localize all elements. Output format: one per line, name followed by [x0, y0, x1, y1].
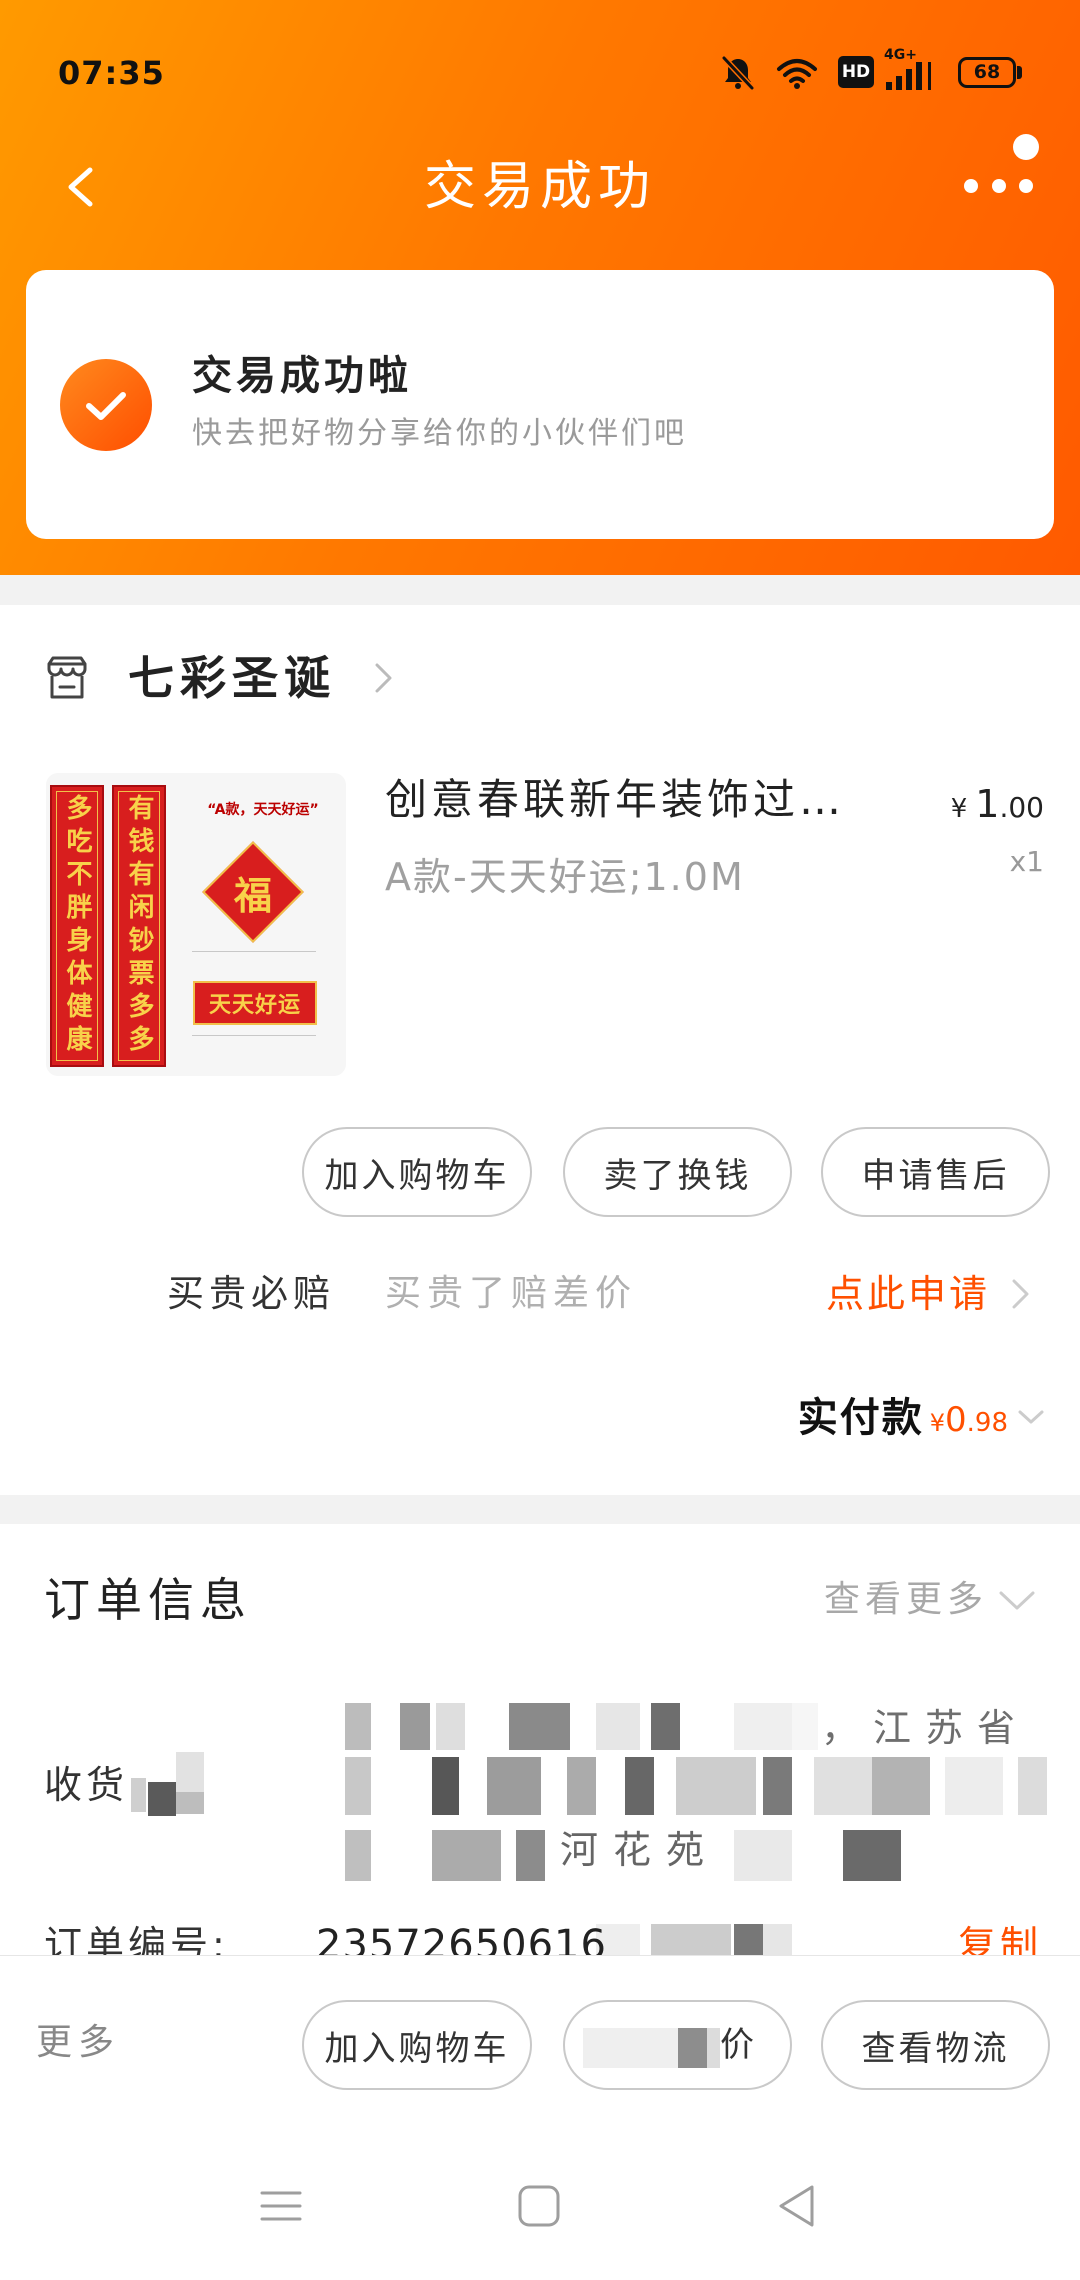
resell-button[interactable]: 卖了换钱 — [563, 1127, 792, 1217]
mosaic-block — [678, 2028, 707, 2068]
bell-off-icon — [721, 55, 755, 91]
back-triangle-icon[interactable] — [775, 2183, 817, 2229]
product-spec: A款-天天好运;1.0M — [385, 855, 745, 899]
price-currency: ¥ — [950, 794, 968, 824]
add-to-cart-button[interactable]: 加入购物车 — [302, 1127, 532, 1217]
product-image[interactable]: 多吃不胖身体健康 有钱有闲钞票多多 “A款，天天好运” 福 天天好运 — [46, 773, 346, 1076]
address-fragment: 河花苑 — [560, 1828, 720, 1872]
add-to-cart-label: 加入购物车 — [324, 1155, 510, 1196]
mosaic-block — [583, 2028, 678, 2068]
payment-label: 实付款 — [797, 1395, 924, 1441]
chevron-down-icon[interactable] — [996, 1588, 1038, 1614]
payment-integer: 0 — [945, 1400, 967, 1440]
product-image-label: “A款，天天好运” — [207, 802, 319, 818]
check-circle-icon — [60, 359, 152, 451]
chevron-down-icon[interactable] — [1016, 1408, 1046, 1426]
page-title: 交易成功 — [423, 157, 656, 217]
bottom-add-to-cart-button[interactable]: 加入购物车 — [302, 2000, 532, 2090]
fu-diamond-text: 福 — [233, 873, 272, 918]
middle-action-button[interactable]: 价 — [563, 2000, 792, 2090]
order-info-title: 订单信息 — [44, 1573, 252, 1627]
payment-decimal: .98 — [966, 1408, 1008, 1438]
success-title: 交易成功啦 — [192, 353, 412, 399]
shop-name[interactable]: 七彩圣诞 — [128, 649, 336, 707]
horizontal-banner: 天天好运 — [193, 981, 317, 1025]
more-button[interactable]: 更多 — [36, 2019, 120, 2067]
address-fragment: ，江苏省 — [821, 1706, 1030, 1750]
product-price: ¥ 1 .00 — [951, 779, 1044, 829]
price-decimal: .00 — [999, 791, 1044, 824]
product-quantity: x1 — [1009, 845, 1044, 878]
product-title[interactable]: 创意春联新年装饰过… — [385, 774, 925, 826]
menu-icon[interactable] — [259, 2189, 303, 2223]
view-logistics-label: 查看物流 — [861, 2028, 1010, 2069]
bottom-action-bar: 更多 加入购物车 价 查看物流 — [0, 1955, 1080, 2280]
order-info-more-link[interactable]: 查看更多 — [824, 1576, 988, 1624]
price-integer: 1 — [975, 782, 1000, 826]
payment-currency: ¥ — [929, 1409, 945, 1437]
network-type-label: 4G+ — [884, 47, 917, 63]
mosaic-block — [707, 2028, 720, 2068]
middle-action-label: 价 — [720, 2025, 757, 2065]
chevron-right-icon — [1012, 1279, 1029, 1309]
resell-label: 卖了换钱 — [603, 1155, 752, 1196]
view-logistics-button[interactable]: 查看物流 — [821, 2000, 1050, 2090]
left-couplet-text: 多吃不胖身体健康 — [62, 794, 92, 1058]
dimension-line — [192, 951, 316, 952]
left-couplet: 多吃不胖身体健康 — [50, 785, 104, 1067]
price-guarantee-apply-link[interactable]: 点此申请 — [826, 1268, 1032, 1320]
dimension-line — [192, 1035, 316, 1036]
apply-link-label: 点此申请 — [826, 1272, 991, 1316]
home-square-icon[interactable] — [517, 2184, 561, 2228]
after-sales-label: 申请售后 — [861, 1155, 1010, 1196]
success-subtitle: 快去把好物分享给你的小伙伴们吧 — [192, 416, 687, 451]
battery-nub — [1017, 66, 1022, 79]
price-guarantee-description: 买贵了赔差价 — [385, 1273, 638, 1314]
chevron-right-icon[interactable] — [372, 660, 396, 696]
after-sales-button[interactable]: 申请售后 — [821, 1127, 1050, 1217]
price-guarantee-label: 买贵必赔 — [167, 1272, 335, 1315]
more-dots-icon[interactable] — [950, 128, 1050, 204]
wifi-icon — [777, 59, 817, 89]
payment-total[interactable]: 实付款 ¥ 0 .98 — [798, 1390, 1008, 1446]
recipient-label: 收货 — [44, 1763, 129, 1807]
hd-badge: HD — [838, 56, 874, 88]
battery-icon: 68 — [958, 57, 1016, 88]
right-couplet: 有钱有闲钞票多多 — [112, 785, 166, 1067]
right-couplet-text: 有钱有闲钞票多多 — [124, 794, 154, 1058]
success-card — [26, 270, 1054, 539]
store-icon — [47, 656, 87, 699]
status-time: 07:35 — [58, 54, 165, 92]
bottom-add-to-cart-label: 加入购物车 — [324, 2028, 510, 2069]
signal-icon — [886, 62, 931, 90]
